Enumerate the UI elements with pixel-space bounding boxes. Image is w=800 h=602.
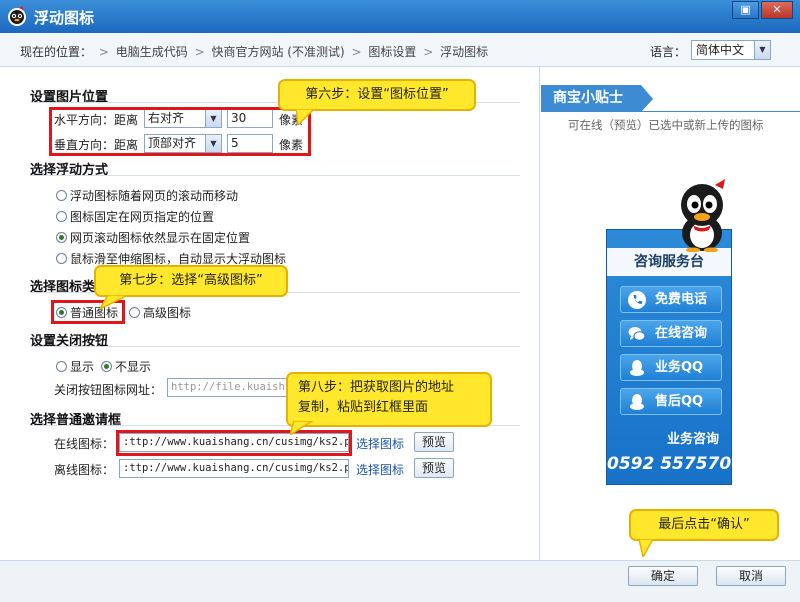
- float-option-label: 鼠标滑至伸缩图标，自动显示大浮动图标: [70, 252, 287, 266]
- callout-step7: 第七步：选择“高级图标”: [94, 265, 288, 297]
- chevron-down-icon: ▼: [754, 41, 770, 59]
- callout-step8-line2: 复制，粘贴到红框里面: [298, 400, 429, 415]
- tips-panel: 商宝小贴士 可在线（预览）已选中或新上传的图标 咨询服务台 免费电话 在线咨询: [541, 67, 800, 560]
- close-button[interactable]: ✕: [761, 1, 793, 19]
- offline-pick-icon-link[interactable]: 选择图标: [356, 461, 404, 478]
- radio-button[interactable]: [56, 190, 67, 201]
- service-button-label: 在线咨询: [655, 326, 708, 341]
- offline-icon-url-input[interactable]: :ttp://www.kuaishang.cn/cusimg/ks2.png: [119, 459, 349, 478]
- penguin-mascot-icon: [681, 179, 725, 252]
- service-title: 咨询服务台: [607, 248, 731, 276]
- service-button-support-qq[interactable]: 售后QQ: [620, 388, 722, 415]
- highlight-box-position: [49, 107, 311, 156]
- callout-step8: 第八步：把获取图片的地址 复制，粘贴到红框里面: [286, 372, 492, 427]
- language-label: 语言：: [650, 45, 687, 59]
- service-button-business-qq[interactable]: 业务QQ: [620, 354, 722, 381]
- float-option-label: 浮动图标随着网页的滚动而移动: [70, 189, 239, 203]
- icon-type-advanced[interactable]: 高级图标: [129, 304, 191, 321]
- breadcrumb-item: 浮动图标: [440, 45, 489, 59]
- divider: [30, 346, 520, 347]
- divider: [30, 175, 520, 176]
- breadcrumb-separator: >: [98, 45, 109, 59]
- service-button-label: 免费电话: [655, 292, 708, 307]
- callout-step6-text: 第六步：设置“图标位置”: [305, 87, 449, 102]
- callout-step8-line1: 第八步：把获取图片的地址: [298, 380, 455, 395]
- chat-icon: [628, 327, 646, 341]
- breadcrumb-prefix: 现在的位置：: [20, 45, 93, 59]
- service-button-chat[interactable]: 在线咨询: [620, 320, 722, 347]
- radio-button[interactable]: [56, 253, 67, 264]
- radio-button[interactable]: [129, 307, 140, 318]
- phone-icon: [628, 291, 646, 309]
- close-hide-option[interactable]: 不显示: [101, 358, 151, 375]
- icon-type-label: 高级图标: [143, 306, 192, 320]
- qq-icon: [630, 360, 644, 376]
- breadcrumb-bar: 现在的位置： > 电脑生成代码 > 快商官方网站 (不准测试) > 图标设置 >…: [0, 33, 800, 67]
- offline-icon-label: 离线图标：: [54, 463, 115, 477]
- breadcrumb: 现在的位置： > 电脑生成代码 > 快商官方网站 (不准测试) > 图标设置 >…: [20, 43, 488, 60]
- online-icon-label: 在线图标：: [54, 437, 115, 451]
- service-phone-number: 0592 5575700: [607, 454, 744, 474]
- confirm-button[interactable]: 确定: [628, 566, 698, 586]
- callout-step7-text: 第七步：选择“高级图标”: [119, 273, 263, 288]
- settings-form: 设置图片位置 水平方向：距离 右对齐 ▼ 30 像素 垂直方向：距离 顶部对齐 …: [0, 67, 540, 560]
- breadcrumb-separator: >: [351, 45, 362, 59]
- service-widget-preview: 咨询服务台 免费电话 在线咨询 业务QQ 售后QQ 业务咨询 0592 5575…: [606, 229, 744, 485]
- language-select[interactable]: 简体中文 ▼: [691, 40, 771, 60]
- service-button-phone[interactable]: 免费电话: [620, 286, 722, 313]
- float-option-scroll[interactable]: 浮动图标随着网页的滚动而移动: [56, 187, 238, 204]
- callout-final: 最后点击“确认”: [629, 509, 779, 541]
- title-bar: 浮动图标 ▣ ✕: [0, 0, 800, 33]
- breadcrumb-separator: >: [423, 45, 434, 59]
- divider: [541, 111, 800, 112]
- dialog-footer: 确定 取消: [0, 560, 800, 602]
- radio-button[interactable]: [56, 211, 67, 222]
- close-hide-label: 不显示: [115, 360, 152, 374]
- callout-tail: [290, 421, 314, 435]
- callout-tail: [296, 109, 316, 125]
- online-preview-button[interactable]: 预览: [414, 432, 454, 452]
- breadcrumb-item[interactable]: 图标设置: [368, 45, 416, 59]
- radio-button[interactable]: [56, 232, 67, 243]
- radio-button[interactable]: [101, 361, 112, 372]
- breadcrumb-separator: >: [194, 45, 205, 59]
- radio-button[interactable]: [56, 361, 67, 372]
- highlight-box-online-url: [116, 430, 352, 456]
- close-show-label: 显示: [70, 360, 95, 374]
- window-title: 浮动图标: [34, 9, 95, 27]
- breadcrumb-item[interactable]: 快商官方网站 (不准测试): [211, 45, 344, 59]
- float-option-label: 图标固定在网页指定的位置: [70, 210, 215, 224]
- tips-title: 商宝小贴士: [541, 85, 653, 112]
- float-option-stay[interactable]: 网页滚动图标依然显示在固定位置: [56, 229, 250, 246]
- float-option-fixed[interactable]: 图标固定在网页指定的位置: [56, 208, 214, 225]
- breadcrumb-item[interactable]: 电脑生成代码: [116, 45, 188, 59]
- app-logo-icon: [8, 6, 26, 26]
- close-show-option[interactable]: 显示: [56, 358, 94, 375]
- language-value: 简体中文: [696, 43, 745, 57]
- offline-preview-button[interactable]: 预览: [414, 458, 454, 478]
- minimize-button[interactable]: ▣: [732, 1, 759, 19]
- service-button-label: 业务QQ: [655, 360, 704, 375]
- tips-text: 可在线（预览）已选中或新上传的图标: [568, 118, 764, 132]
- close-url-input[interactable]: http://file.kuaish: [167, 378, 295, 397]
- cancel-button[interactable]: 取消: [716, 566, 786, 586]
- callout-tail: [638, 539, 654, 557]
- callout-final-text: 最后点击“确认”: [658, 517, 750, 532]
- online-pick-icon-link[interactable]: 选择图标: [356, 435, 404, 452]
- service-footer-label: 业务咨询: [666, 432, 719, 447]
- close-url-label: 关闭按钮图标网址：: [54, 383, 163, 397]
- float-option-label: 网页滚动图标依然显示在固定位置: [70, 231, 251, 245]
- qq-icon: [630, 394, 644, 410]
- callout-tail: [100, 295, 129, 309]
- service-button-label: 售后QQ: [655, 394, 704, 409]
- callout-step6: 第六步：设置“图标位置”: [278, 79, 476, 111]
